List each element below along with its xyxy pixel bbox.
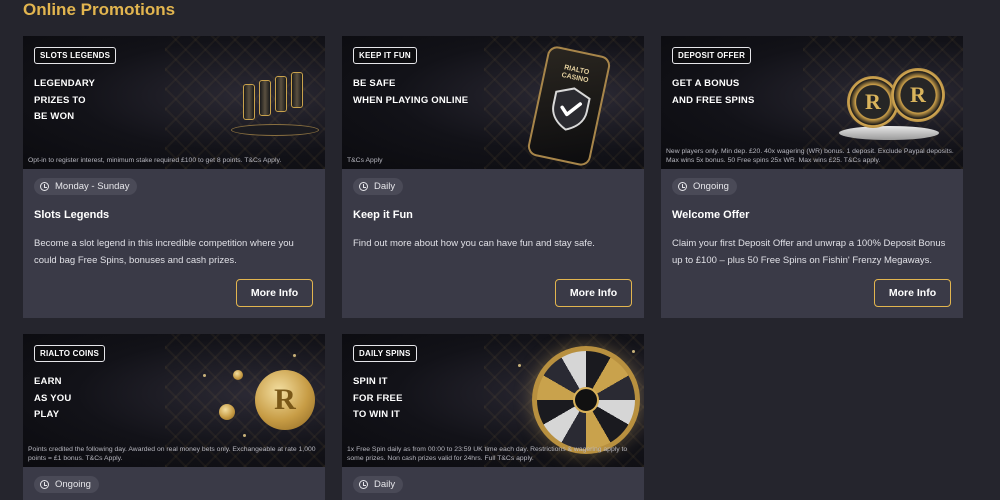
promo-banner[interactable]: R RIALTO COINS EARN AS YOU PLAY Points c… (23, 334, 325, 467)
promo-title: Welcome Offer (672, 209, 750, 221)
headline-line: GET A BONUS (672, 78, 740, 89)
chip-pedestal (839, 126, 939, 140)
schedule-tag: Ongoing (672, 178, 737, 195)
clock-icon (678, 182, 687, 191)
promo-headline: GET A BONUS AND FREE SPINS (672, 76, 812, 109)
casino-chip-icon: R (891, 68, 945, 122)
headline-line: PRIZES TO (34, 94, 86, 106)
promo-banner[interactable]: SLOTS LEGENDS LEGENDARY PRIZES TO BE WON… (23, 36, 325, 169)
promo-headline: LEGENDARY PRIZES TO BE WON (34, 76, 144, 126)
section-title: Online Promotions (23, 0, 176, 19)
promo-description: Become a slot legend in this incredible … (34, 238, 294, 266)
promo-badge: DEPOSIT OFFER (672, 47, 752, 64)
gold-coin-icon (219, 404, 235, 420)
more-info-button[interactable]: More Info (555, 279, 632, 307)
promo-badge: KEEP IT FUN (353, 47, 417, 64)
sparkle (518, 364, 521, 367)
promo-badge: DAILY SPINS (353, 345, 417, 362)
promo-card-daily-spins: DAILY SPINS SPIN IT FOR FREE TO WIN IT 1… (342, 334, 644, 500)
headline-line: EARN (34, 376, 62, 387)
clock-icon (40, 182, 49, 191)
promo-terms: T&Cs Apply (347, 157, 383, 164)
promo-title: Slots Legends (34, 209, 110, 221)
promo-terms: Opt-in to register interest, minimum sta… (28, 157, 282, 164)
schedule-tag: Monday - Sunday (34, 178, 138, 195)
schedule-tag: Daily (353, 178, 404, 195)
schedule-tag: Daily (353, 476, 404, 493)
schedule-text: Monday - Sunday (55, 181, 130, 192)
schedule-text: Daily (374, 479, 396, 490)
promo-terms: New players only. Min dep. £20. 40x wage… (666, 148, 954, 164)
promo-badge: SLOTS LEGENDS (34, 47, 117, 64)
sparkle (632, 350, 635, 353)
promo-title: Keep it Fun (353, 209, 413, 221)
promo-terms: Points credited the following day. Award… (28, 446, 316, 462)
schedule-text: Ongoing (55, 479, 91, 490)
schedule-text: Ongoing (693, 181, 729, 192)
headline-line: AS YOU (34, 392, 72, 404)
headline-line: BE SAFE (353, 78, 396, 89)
promo-card-welcome-offer: R R DEPOSIT OFFER GET A BONUS AND FREE S… (661, 36, 963, 318)
slot-reel (275, 76, 287, 112)
sparkle (243, 434, 246, 437)
promo-headline: EARN AS YOU PLAY (34, 374, 144, 424)
promo-badge: RIALTO COINS (34, 345, 105, 362)
promo-banner[interactable]: DAILY SPINS SPIN IT FOR FREE TO WIN IT 1… (342, 334, 644, 467)
sparkle (203, 374, 206, 377)
promo-card-keep-it-fun: RIALTO CASINO KEEP IT FUN BE SAFE WHEN P… (342, 36, 644, 318)
promo-description: Claim your first Deposit Offer and unwra… (672, 238, 946, 266)
clock-icon (359, 480, 368, 489)
schedule-tag: Ongoing (34, 476, 99, 493)
slot-reel (291, 72, 303, 108)
slot-reels-art (231, 72, 319, 144)
more-info-button[interactable]: More Info (236, 279, 313, 307)
clock-icon (359, 182, 368, 191)
sparkle (293, 354, 296, 357)
schedule-text: Daily (374, 181, 396, 192)
slot-reel (243, 84, 255, 120)
promo-description: Find out more about how you can have fun… (353, 238, 595, 249)
headline-line: SPIN IT (353, 376, 388, 387)
promo-card-rialto-coins: R RIALTO COINS EARN AS YOU PLAY Points c… (23, 334, 325, 500)
promo-headline: SPIN IT FOR FREE TO WIN IT (353, 374, 463, 424)
slot-reel (259, 80, 271, 116)
promo-banner[interactable]: R R DEPOSIT OFFER GET A BONUS AND FREE S… (661, 36, 963, 169)
headline-line: WHEN PLAYING ONLINE (353, 94, 469, 106)
promo-headline: BE SAFE WHEN PLAYING ONLINE (353, 76, 493, 109)
more-info-button[interactable]: More Info (874, 279, 951, 307)
headline-line: TO WIN IT (353, 409, 401, 420)
promo-card-slots-legends: SLOTS LEGENDS LEGENDARY PRIZES TO BE WON… (23, 36, 325, 318)
headline-line: BE WON (34, 111, 75, 122)
promo-terms: 1x Free Spin daily as from 00:00 to 23:5… (347, 446, 628, 462)
promo-banner[interactable]: RIALTO CASINO KEEP IT FUN BE SAFE WHEN P… (342, 36, 644, 169)
wheel-hub (573, 387, 599, 413)
clock-icon (40, 480, 49, 489)
headline-line: PLAY (34, 409, 60, 420)
gold-coin-icon (233, 370, 243, 380)
headline-line: FOR FREE (353, 392, 403, 404)
headline-line: AND FREE SPINS (672, 94, 755, 106)
gold-coin-icon: R (255, 370, 315, 430)
slot-base (231, 124, 319, 136)
headline-line: LEGENDARY (34, 78, 96, 89)
